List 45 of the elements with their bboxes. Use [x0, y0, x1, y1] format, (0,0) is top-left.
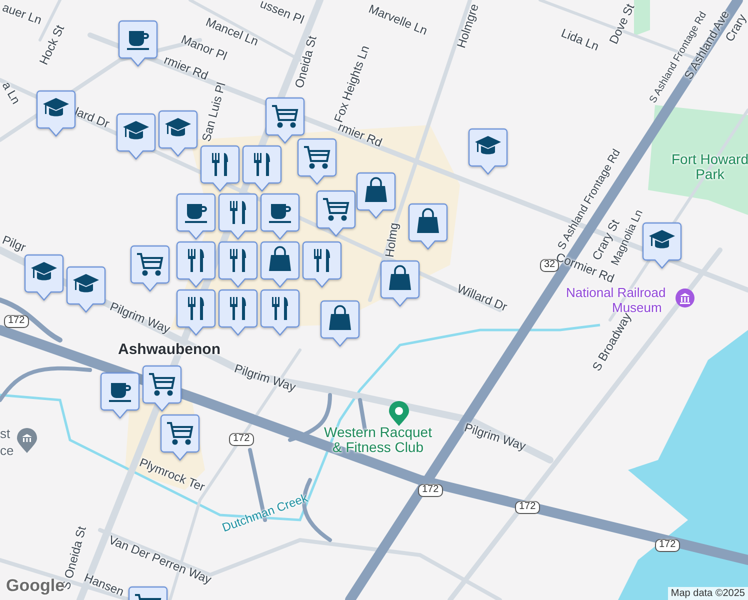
street-label: San Luis Pl	[200, 81, 228, 143]
street-label: ussen Pl	[258, 0, 306, 26]
museum-icon[interactable]	[675, 288, 695, 308]
street-label: rmier Rd	[162, 54, 210, 82]
fork-knife-marker[interactable]	[176, 241, 216, 289]
place-label: National Railroad	[566, 286, 666, 300]
cup-marker[interactable]	[100, 372, 140, 420]
place-label: ce	[0, 444, 14, 458]
cart-marker[interactable]	[130, 245, 170, 293]
fork-knife-marker[interactable]	[260, 289, 300, 337]
street-label: Pilgrim Way	[232, 362, 298, 394]
street-label: Holmg	[383, 222, 401, 258]
landmark-icon[interactable]	[16, 428, 38, 454]
fork-knife-marker[interactable]	[218, 289, 258, 337]
place-label: st	[0, 427, 10, 441]
route-shield: 172	[515, 501, 540, 514]
street-label: Oneida St	[293, 34, 319, 90]
street-label: Pilgrim Way	[462, 421, 528, 453]
map-pin-icon[interactable]	[388, 401, 410, 427]
graduation-cap-marker[interactable]	[468, 128, 508, 176]
route-shield: 172	[4, 315, 29, 328]
cup-marker[interactable]	[118, 20, 158, 68]
street-label: Lida Ln	[559, 26, 601, 54]
town-label: Ashwaubenon	[118, 342, 221, 358]
route-shield: 172	[655, 539, 680, 552]
bag-marker[interactable]	[380, 260, 420, 308]
route-shield: 172	[418, 484, 443, 496]
street-label: a Ln	[0, 80, 22, 106]
graduation-cap-marker[interactable]	[66, 266, 106, 314]
cup-marker[interactable]	[176, 193, 216, 241]
route-shield: 172	[229, 433, 254, 446]
graduation-cap-marker[interactable]	[642, 222, 682, 270]
street-label: lard Dr	[72, 105, 112, 131]
place-label: Fort Howard Park	[670, 152, 748, 182]
park-area	[634, 0, 650, 36]
street-label: Pilgr	[0, 234, 28, 254]
bag-marker[interactable]	[320, 300, 360, 348]
graduation-cap-marker[interactable]	[24, 254, 64, 302]
map-attribution[interactable]: Map data ©2025	[668, 587, 748, 600]
map-logo: Google	[6, 576, 65, 596]
fork-knife-marker[interactable]	[176, 289, 216, 337]
graduation-cap-marker[interactable]	[158, 110, 198, 158]
graduation-cap-marker[interactable]	[36, 90, 76, 138]
street-label: Dove St	[607, 2, 637, 46]
graduation-cap-marker[interactable]	[116, 113, 156, 161]
